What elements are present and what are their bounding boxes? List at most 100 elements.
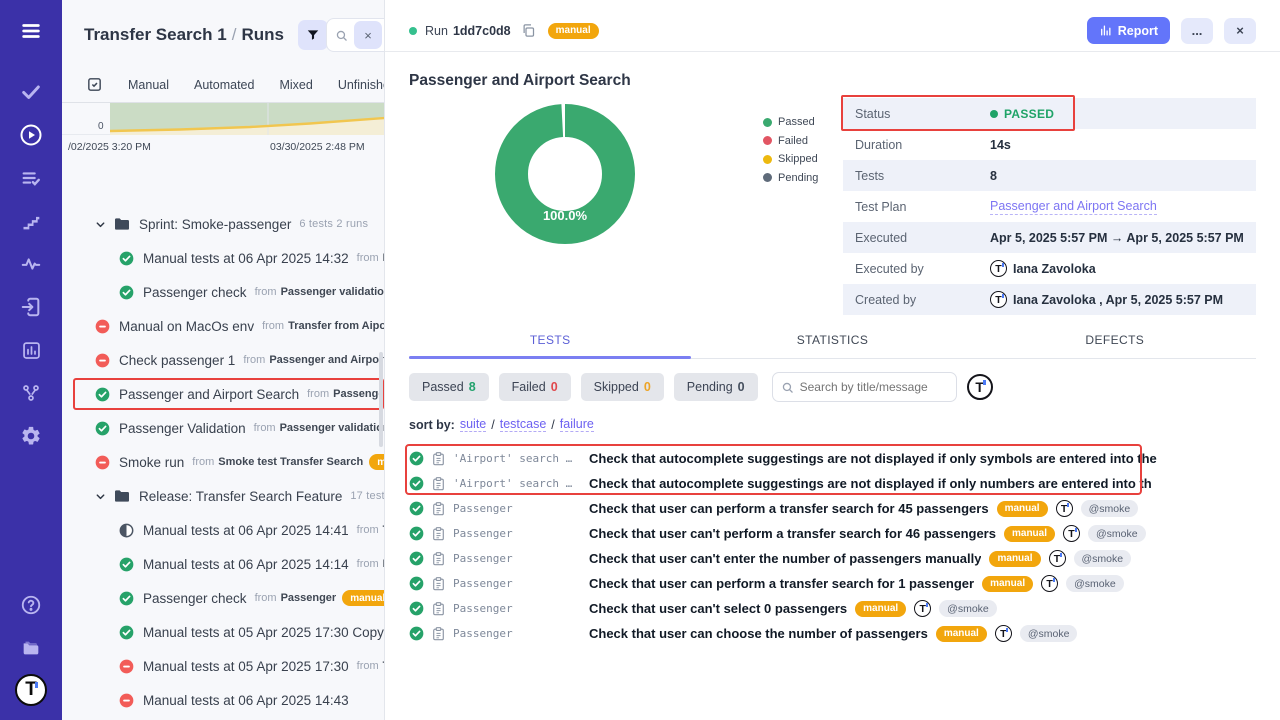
tree-run-row[interactable]: Check passenger 1fromPassenger and Airpo… (62, 343, 384, 377)
detail-row-executed: ExecutedApr 5, 2025 5:57 PM → Apr 5, 202… (843, 222, 1256, 253)
tree-run-row[interactable]: Passenger ValidationfromPassenger valida… (62, 411, 384, 445)
tree-run-row[interactable]: Manual tests at 06 Apr 2025 14:32fromPas… (62, 241, 384, 275)
detail-label: Tests (855, 169, 990, 183)
tree-run-row[interactable]: Manual tests at 05 Apr 2025 17:30 Copyfr… (62, 615, 384, 649)
tree-run-row[interactable]: Manual tests at 05 Apr 2025 17:30fromTra… (62, 649, 384, 683)
select-runs-icon[interactable] (86, 76, 103, 93)
tree-run-row[interactable]: Manual tests at 06 Apr 2025 14:41fromTra… (62, 513, 384, 547)
projects-icon[interactable] (14, 631, 48, 665)
run-type-tab-automated[interactable]: Automated (194, 78, 254, 92)
tab-defects[interactable]: DEFECTS (974, 333, 1256, 358)
copy-run-id-button[interactable] (521, 23, 536, 38)
tree-folder-row[interactable]: Release: Transfer Search Feature17 tests… (62, 479, 384, 513)
tab-statistics[interactable]: STATISTICS (691, 333, 973, 358)
branch-icon[interactable] (14, 376, 48, 410)
tree-run-row[interactable]: Manual tests at 06 Apr 2025 14:14fromPas… (62, 547, 384, 581)
tree-run-label: Passenger Validation (119, 421, 246, 436)
tree-run-row[interactable]: Passenger checkfromPassenger validationm… (62, 275, 384, 309)
tests-search-box[interactable] (772, 372, 957, 402)
filter-label: Pending (687, 380, 733, 394)
test-row[interactable]: 'Airport' search …Check that autocomplet… (409, 446, 1256, 471)
bar-chart-icon[interactable] (14, 333, 48, 367)
test-row[interactable]: 'Airport' search …Check that autocomplet… (409, 471, 1256, 496)
filter-skipped-button[interactable]: Skipped0 (581, 373, 664, 401)
tree-run-label: Manual on MacOs env (119, 319, 254, 334)
sort-by-suite-link[interactable]: suite (460, 417, 486, 432)
tree-run-row[interactable]: Smoke runfromSmoke test Transfer Searchm… (62, 445, 384, 479)
smoke-tag: @smoke (1020, 625, 1078, 642)
tree-run-label: Manual tests at 05 Apr 2025 17:30 Copy (143, 625, 384, 640)
test-row[interactable]: PassengerCheck that user can't enter the… (409, 546, 1256, 571)
detail-value-text: Apr 5, 2025 5:57 PM → Apr 5, 2025 5:57 P… (990, 231, 1244, 245)
runs-panel: Transfer Search 1/Runs × ManualAutomated… (62, 0, 385, 720)
sign-in-icon[interactable] (14, 290, 48, 324)
run-id: 1dd7c0d8 (453, 24, 511, 38)
test-row[interactable]: PassengerCheck that user can't perform a… (409, 521, 1256, 546)
breadcrumb-project[interactable]: Transfer Search 1 (84, 25, 227, 44)
help-icon[interactable] (14, 588, 48, 622)
test-row[interactable]: PassengerCheck that user can perform a t… (409, 496, 1256, 521)
manual-badge: manual (982, 576, 1033, 592)
passed-status-icon (409, 551, 424, 566)
manual-badge: manual (989, 551, 1040, 567)
activity-icon[interactable] (14, 247, 48, 281)
scrollbar[interactable] (379, 352, 383, 447)
test-suite-name: Passenger (453, 602, 581, 615)
steps-icon[interactable] (14, 204, 48, 238)
check-icon[interactable] (14, 75, 48, 109)
tree-run-row[interactable]: Passenger and Airport SearchfromPassenge… (62, 377, 384, 411)
tree-run-label: Manual tests at 06 Apr 2025 14:43 (143, 693, 349, 708)
chart-x-label-mid: 03/30/2025 2:48 PM (270, 141, 365, 153)
testomat-logo[interactable]: T (15, 674, 47, 706)
clear-search-button[interactable]: × (354, 21, 382, 49)
test-suite-name: Passenger (453, 502, 581, 515)
tree-from-label: from (357, 252, 379, 264)
checklist-icon[interactable] (14, 161, 48, 195)
test-row[interactable]: PassengerCheck that user can't select 0 … (409, 596, 1256, 621)
filter-passed-button[interactable]: Passed8 (409, 373, 489, 401)
filter-pending-button[interactable]: Pending0 (674, 373, 758, 401)
detail-row-executed-by: Executed byTIana Zavoloka (843, 253, 1256, 284)
smoke-tag: @smoke (1066, 575, 1124, 592)
test-row[interactable]: PassengerCheck that user can choose the … (409, 621, 1256, 646)
settings-icon[interactable] (14, 419, 48, 453)
detail-value[interactable]: Passenger and Airport Search (990, 199, 1157, 215)
sort-by-failure-link[interactable]: failure (560, 417, 594, 432)
play-circle-icon[interactable] (14, 118, 48, 152)
tree-run-row[interactable]: Manual on MacOs envfromTransfer from Aip… (62, 309, 384, 343)
tree-from-value: Passenger (281, 592, 337, 604)
filter-button[interactable] (298, 20, 328, 50)
failed-status-icon (95, 319, 110, 334)
tree-from-value: Tran (383, 660, 384, 672)
failed-status-icon (119, 659, 134, 674)
run-type-tab-unfinished[interactable]: Unfinished (338, 78, 385, 92)
passed-status-icon (119, 591, 134, 606)
passed-status-icon (119, 625, 134, 640)
run-type-tab-mixed[interactable]: Mixed (279, 78, 312, 92)
tests-search-input[interactable] (800, 380, 940, 394)
tree-folder-row[interactable]: Sprint: Smoke-passenger6 tests 2 runs (62, 207, 384, 241)
run-type-tab-manual[interactable]: Manual (128, 78, 169, 92)
search-icon (781, 381, 794, 394)
test-row[interactable]: PassengerCheck that user can perform a t… (409, 571, 1256, 596)
tests-list: 'Airport' search …Check that autocomplet… (409, 446, 1256, 646)
clipboard-icon (432, 552, 445, 566)
tree-run-row[interactable]: Passenger checkfromPassengermanual6 (62, 581, 384, 615)
menu-icon[interactable] (14, 14, 48, 48)
sort-by-testcase-link[interactable]: testcase (500, 417, 547, 432)
chevron-down-icon[interactable] (95, 219, 106, 230)
tree-from-label: from (255, 592, 277, 604)
chevron-down-icon[interactable] (95, 491, 106, 502)
filter-failed-button[interactable]: Failed0 (499, 373, 571, 401)
tree-run-row[interactable]: Manual tests at 06 Apr 2025 14:43 (62, 683, 384, 717)
testomat-filter-button[interactable]: T (967, 374, 993, 400)
runs-search-box[interactable]: × (326, 18, 385, 52)
more-actions-button[interactable]: ... (1181, 18, 1213, 44)
manual-badge: manual (1004, 526, 1055, 542)
close-run-button[interactable]: × (1224, 18, 1256, 44)
breadcrumb-page: Runs (241, 25, 284, 44)
report-button[interactable]: Report (1087, 17, 1170, 44)
tab-tests[interactable]: TESTS (409, 333, 691, 358)
tree-run-label: Passenger check (143, 591, 247, 606)
clipboard-icon (432, 502, 445, 516)
